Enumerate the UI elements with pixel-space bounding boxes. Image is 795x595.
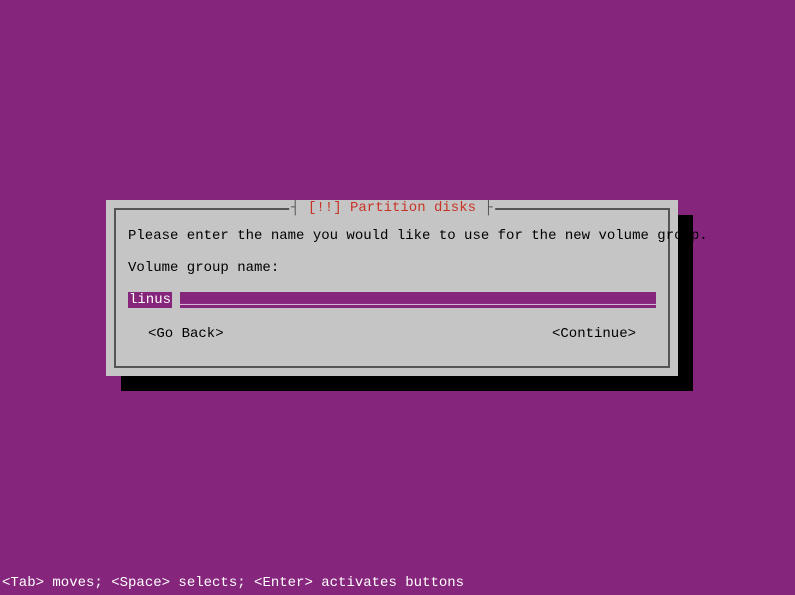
title-marker: [!!] xyxy=(308,200,342,216)
title-frame-left: ┤ xyxy=(291,200,308,216)
prompt-text: Please enter the name you would like to … xyxy=(128,228,656,244)
dialog-title: ┤ [!!] Partition disks ├ xyxy=(289,200,495,216)
input-fill: ________________________________________… xyxy=(180,292,656,308)
input-value: linus xyxy=(128,292,172,308)
footer-hint: <Tab> moves; <Space> selects; <Enter> ac… xyxy=(2,575,464,591)
volume-group-name-input[interactable]: linus___________________________________… xyxy=(128,292,656,308)
input-cursor: _ xyxy=(172,292,180,308)
title-text: Partition disks xyxy=(342,200,485,216)
button-row: <Go Back> <Continue> xyxy=(128,326,656,342)
dialog-frame: ┤ [!!] Partition disks ├ Please enter th… xyxy=(114,208,670,368)
field-label: Volume group name: xyxy=(128,260,656,276)
go-back-button[interactable]: <Go Back> xyxy=(148,326,224,342)
continue-button[interactable]: <Continue> xyxy=(552,326,636,342)
partition-dialog: ┤ [!!] Partition disks ├ Please enter th… xyxy=(106,200,678,376)
title-frame-right: ├ xyxy=(484,200,492,216)
